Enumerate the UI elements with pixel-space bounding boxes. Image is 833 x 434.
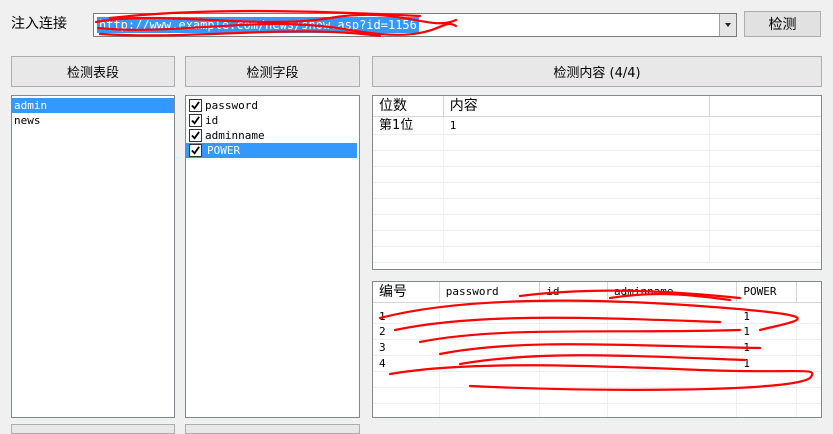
fields-listbox[interactable]: password id adminname POWER — [185, 95, 360, 418]
table-cell — [608, 356, 738, 371]
field-item-password[interactable]: password — [186, 98, 359, 113]
table-cell — [710, 117, 822, 134]
chevron-down-icon — [725, 23, 731, 27]
table-cell: 1 — [444, 117, 710, 134]
length-grid-header: 位数 内容 — [373, 96, 821, 117]
detect-button[interactable]: 检测 — [744, 11, 821, 37]
table-cell — [608, 340, 738, 355]
column-header-blank — [710, 96, 822, 116]
url-combobox[interactable]: http://www.example.com/news/show.asp?id=… — [93, 13, 737, 37]
column-header-adminname[interactable]: adminname — [608, 282, 738, 302]
table-cell: 1 — [737, 340, 798, 355]
list-item[interactable]: admin — [12, 98, 174, 113]
column-header-power[interactable]: POWER — [737, 282, 798, 302]
url-dropdown-button[interactable] — [719, 14, 736, 36]
checkbox[interactable] — [189, 129, 202, 142]
checkbox[interactable] — [189, 99, 202, 112]
length-grid[interactable]: 位数 内容 第1位 1 — [372, 95, 822, 270]
result-grid[interactable]: 编号 password id adminname POWER 1 1 2 1 3… — [372, 281, 822, 418]
table-cell: 2 — [373, 324, 440, 339]
table-cell — [540, 340, 608, 355]
column-header-blank — [797, 282, 821, 302]
table-cell: 1 — [737, 324, 798, 339]
column-header-number[interactable]: 编号 — [373, 282, 440, 302]
table-cell — [440, 324, 541, 339]
table-cell — [440, 356, 541, 371]
field-item-id[interactable]: id — [186, 113, 359, 128]
fields-header-button[interactable]: 检测字段 — [185, 56, 360, 87]
table-cell: 1 — [737, 356, 798, 371]
table-row[interactable]: 2 1 — [373, 324, 821, 340]
content-header-button[interactable]: 检测内容 (4/4) — [372, 56, 822, 87]
field-item-power[interactable]: POWER — [186, 143, 357, 158]
table-row[interactable]: 3 1 — [373, 340, 821, 356]
tables-footer-button[interactable] — [11, 424, 175, 434]
result-grid-header: 编号 password id adminname POWER — [373, 282, 821, 303]
field-item-label: id — [205, 114, 219, 127]
table-cell: 3 — [373, 340, 440, 355]
column-header-position[interactable]: 位数 — [373, 96, 444, 116]
field-item-adminname[interactable]: adminname — [186, 128, 359, 143]
list-item[interactable]: news — [12, 113, 174, 128]
fields-footer-button[interactable] — [185, 424, 360, 434]
table-cell: 4 — [373, 356, 440, 371]
url-label: 注入连接 — [11, 16, 67, 32]
table-cell: 1 — [737, 311, 798, 323]
field-item-label: password — [205, 99, 258, 112]
tables-header-button[interactable]: 检测表段 — [11, 56, 175, 87]
field-item-label: adminname — [205, 129, 265, 142]
table-row[interactable]: 第1位 1 — [373, 117, 821, 135]
table-cell — [608, 324, 738, 339]
checkbox[interactable] — [189, 144, 202, 157]
table-cell — [608, 311, 738, 323]
table-cell — [440, 340, 541, 355]
column-header-id[interactable]: id — [540, 282, 608, 302]
table-cell: 1 — [373, 311, 440, 323]
table-cell — [540, 356, 608, 371]
table-cell — [540, 324, 608, 339]
table-cell — [440, 311, 541, 323]
checkbox[interactable] — [189, 114, 202, 127]
table-cell: 第1位 — [373, 117, 444, 134]
field-item-label: POWER — [205, 143, 243, 158]
table-row[interactable]: 4 1 — [373, 356, 821, 372]
column-header-password[interactable]: password — [440, 282, 541, 302]
url-input[interactable]: http://www.example.com/news/show.asp?id=… — [97, 17, 419, 33]
column-header-content[interactable]: 内容 — [444, 96, 710, 116]
tables-listbox[interactable]: admin news — [11, 95, 175, 418]
table-cell — [540, 311, 608, 323]
table-row[interactable]: 1 1 — [373, 311, 821, 324]
